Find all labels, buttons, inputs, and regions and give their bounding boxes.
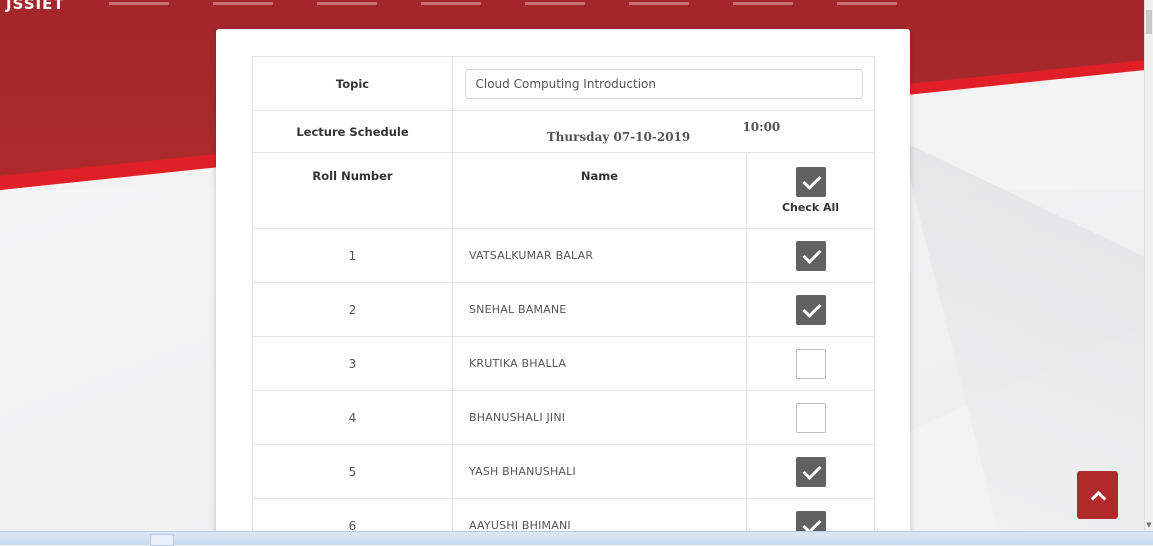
nav-item[interactable] [836, 2, 897, 5]
topic-label: Topic [335, 76, 370, 91]
roll-number-cell: 4 [252, 390, 453, 445]
scroll-down-icon[interactable]: ▼ [1145, 520, 1153, 530]
nav-item[interactable] [420, 2, 481, 5]
schedule-day: Thursday 07-10-2019 [546, 129, 691, 144]
attendance-cell [746, 444, 875, 499]
topic-input[interactable] [464, 68, 863, 99]
check-all-cell: Check All [746, 152, 875, 229]
attendance-checkbox[interactable] [795, 456, 826, 487]
topic-input-cell [452, 56, 875, 111]
nav-item[interactable] [628, 2, 689, 5]
os-taskbar [0, 531, 1153, 546]
roll-number-header: Roll Number [312, 169, 393, 183]
student-row: 5 YASH BHANUSHALI [252, 444, 875, 499]
schedule-label: Lecture Schedule [296, 124, 409, 139]
nav-item[interactable] [524, 2, 585, 5]
roll-number-cell: 5 [252, 444, 453, 499]
student-row: 2 SNEHAL BAMANE [252, 282, 875, 337]
student-name-cell: SNEHAL BAMANE [452, 282, 747, 337]
student-name-cell: VATSALKUMAR BALAR [452, 228, 747, 283]
nav-item[interactable] [108, 2, 169, 5]
topic-row: Topic [252, 56, 875, 111]
schedule-time: 10:00 [742, 119, 781, 134]
student-name-cell: BHANUSHALI JINI [452, 390, 747, 445]
top-navigation: JSSIET [0, 0, 1151, 14]
taskbar-button[interactable] [150, 534, 174, 546]
check-all-label: Check All [781, 201, 840, 214]
attendance-table: Topic Lecture Schedule Thursday 07-10-20… [252, 56, 875, 539]
attendance-checkbox[interactable] [795, 348, 826, 379]
schedule-value-cell: Thursday 07-10-2019 10:00 [452, 110, 875, 153]
roll-number-cell: 2 [252, 282, 453, 337]
name-header-cell: Name [452, 152, 747, 229]
student-row: 1 VATSALKUMAR BALAR [252, 228, 875, 283]
attendance-checkbox[interactable] [795, 240, 826, 271]
check-all-checkbox[interactable] [795, 167, 826, 197]
schedule-row: Lecture Schedule Thursday 07-10-2019 10:… [252, 110, 875, 153]
schedule-label-cell: Lecture Schedule [252, 110, 453, 153]
nav-item[interactable] [732, 2, 793, 5]
roll-number-cell: 1 [252, 228, 453, 283]
nav-item[interactable] [212, 2, 273, 5]
attendance-cell [746, 228, 875, 283]
name-header: Name [580, 169, 619, 183]
header-row: Roll Number Name Check All [252, 152, 875, 229]
roll-number-cell: 3 [252, 336, 453, 391]
student-row: 4 BHANUSHALI JINI [252, 390, 875, 445]
attendance-card: Topic Lecture Schedule Thursday 07-10-20… [216, 29, 910, 539]
topic-label-cell: Topic [252, 56, 453, 111]
scrollbar-thumb[interactable] [1146, 10, 1152, 34]
attendance-cell [746, 390, 875, 445]
attendance-checkbox[interactable] [795, 402, 826, 433]
student-row: 3 KRUTIKA BHALLA [252, 336, 875, 391]
student-name-cell: KRUTIKA BHALLA [452, 336, 747, 391]
back-to-top-button[interactable] [1077, 471, 1118, 519]
page-scrollbar[interactable]: ▼ [1144, 0, 1153, 530]
attendance-checkbox[interactable] [795, 294, 826, 325]
student-name-cell: YASH BHANUSHALI [452, 444, 747, 499]
attendance-cell [746, 282, 875, 337]
attendance-cell [746, 336, 875, 391]
roll-header-cell: Roll Number [252, 152, 453, 229]
nav-item[interactable] [316, 2, 377, 5]
site-brand[interactable]: JSSIET [6, 0, 65, 12]
